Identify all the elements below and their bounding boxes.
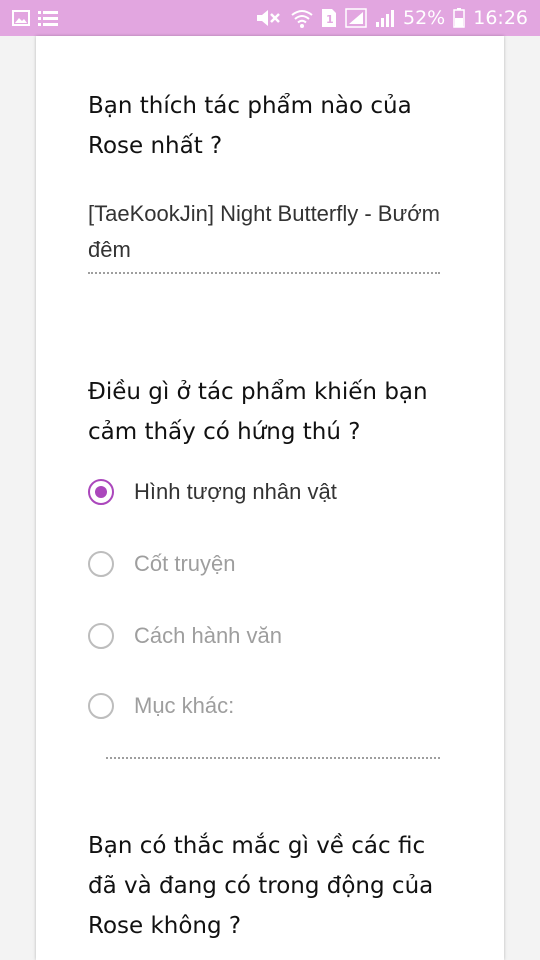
mute-icon [257, 10, 280, 26]
other-text-input[interactable] [106, 757, 440, 759]
question-2-title: Điều gì ở tác phẩm khiến bạn cảm thấy có… [88, 379, 428, 445]
battery-percent: 52% [403, 7, 446, 29]
status-bar-left [12, 10, 58, 26]
form-card: Bạn thích tác phẩm nào của Rose nhất ? [… [36, 36, 504, 960]
sim-icon: 1 [322, 9, 336, 27]
status-bar: 1 52% 16:26 [0, 0, 540, 36]
signal-icon [376, 10, 394, 27]
status-bar-right: 1 52% 16:26 [255, 7, 528, 29]
wifi-icon [291, 10, 313, 28]
clock: 16:26 [473, 7, 528, 29]
option-label: Mục khác: [134, 693, 235, 718]
battery-icon [453, 8, 465, 28]
option-label: Cách hành văn [134, 623, 282, 648]
radio-button[interactable] [88, 623, 114, 649]
option-hinh-tuong[interactable]: Hình tượng nhân vật [88, 476, 337, 508]
option-cot-truyen[interactable]: Cốt truyện [88, 548, 236, 580]
option-label: Cốt truyện [134, 551, 236, 576]
option-muc-khac[interactable]: Mục khác: [88, 690, 234, 722]
radio-button[interactable] [88, 693, 114, 719]
radio-button-checked[interactable] [88, 479, 114, 505]
image-icon [12, 10, 30, 26]
question-1-title: Bạn thích tác phẩm nào của Rose nhất ? [88, 93, 412, 159]
signal-icon [345, 8, 367, 28]
list-icon [38, 11, 58, 26]
radio-button[interactable] [88, 551, 114, 577]
option-label: Hình tượng nhân vật [134, 479, 337, 504]
option-cach-hanh-van[interactable]: Cách hành văn [88, 620, 282, 652]
svg-text:1: 1 [326, 13, 334, 26]
question-3-title: Bạn có thắc mắc gì về các fic đã và đang… [88, 833, 434, 939]
question-1-answer: [TaeKookJin] Night Butterfly - Bướm đêm [88, 196, 440, 274]
